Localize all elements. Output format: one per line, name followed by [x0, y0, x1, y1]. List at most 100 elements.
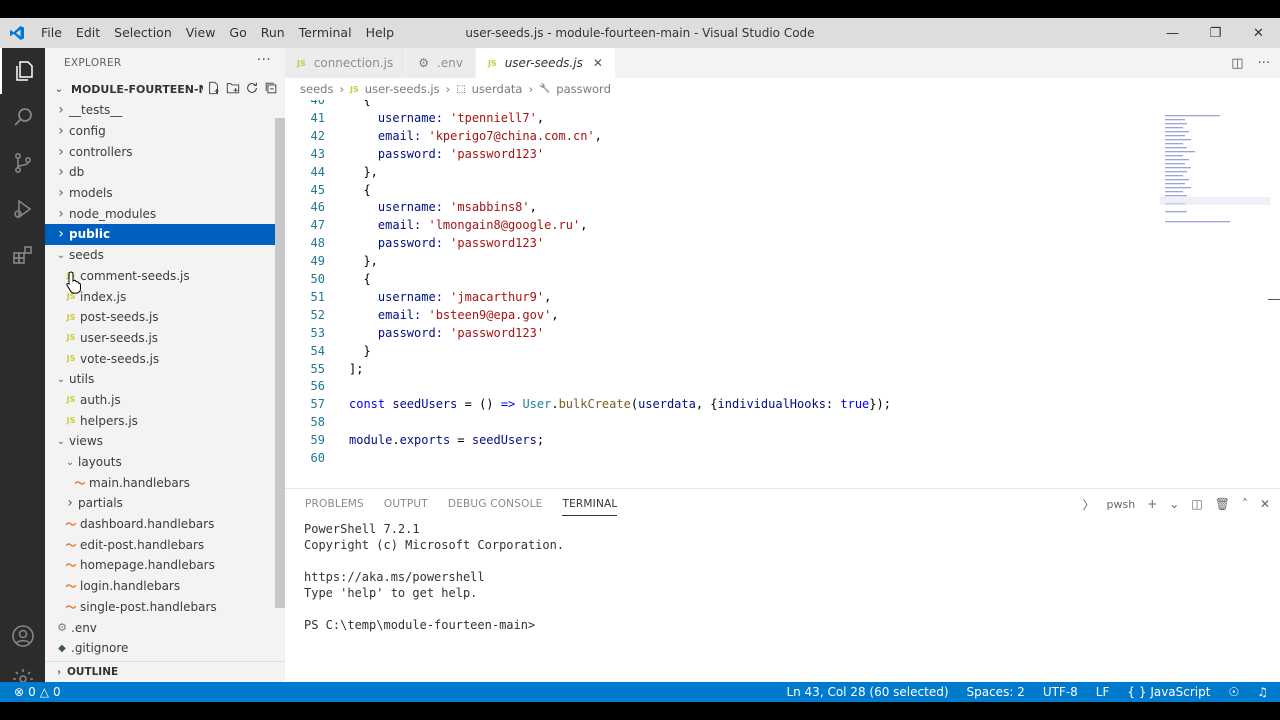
notifications-bell-icon[interactable]: ♫	[1257, 685, 1268, 699]
terminal-output[interactable]: PowerShell 7.2.1 Copyright (c) Microsoft …	[285, 519, 1280, 633]
panel-tab-output[interactable]: OUTPUT	[384, 498, 428, 510]
code-token: .	[392, 433, 400, 448]
trash-icon[interactable]: 🗑	[1215, 497, 1230, 511]
close-icon[interactable]: ✕	[593, 56, 603, 70]
js-file-icon: JS	[66, 333, 76, 343]
language-mode[interactable]: { } JavaScript	[1127, 685, 1210, 699]
panel-tab-debug-console[interactable]: DEBUG CONSOLE	[448, 498, 543, 510]
code-editor[interactable]: 40 {41 username: 'tpenniell7', 42 email: …	[285, 100, 1155, 470]
outline-section[interactable]: › OUTLINE	[45, 661, 285, 682]
dropdown-icon[interactable]: ⌄	[1169, 497, 1179, 511]
feedback-icon[interactable]: ☉	[1228, 685, 1239, 699]
refresh-icon[interactable]	[245, 81, 259, 98]
minimize-icon[interactable]: —	[1151, 18, 1194, 48]
code-token: ,	[544, 289, 552, 304]
chevron-right-icon: ›	[445, 82, 451, 96]
tree-item-partials[interactable]: › partials	[45, 493, 285, 514]
extensions-icon[interactable]	[0, 232, 45, 278]
more-editor-actions-icon[interactable]: ···	[1258, 56, 1270, 71]
tree-item-single-post-handlebars[interactable]: 〜 single-post.handlebars	[45, 597, 285, 618]
code-token: individualHooks	[717, 397, 826, 412]
line-number: 53	[310, 325, 325, 340]
code-token: .	[551, 397, 559, 412]
tree-item-login-handlebars[interactable]: 〜 login.handlebars	[45, 576, 285, 597]
tree-item-label: post-seeds.js	[80, 310, 159, 325]
code-token: });	[869, 397, 891, 412]
line-ending[interactable]: LF	[1096, 685, 1110, 699]
problems-indicator[interactable]: ⊗ 0 △ 0	[0, 685, 61, 699]
code-token: password:	[349, 146, 451, 161]
tree-item-edit-post-handlebars[interactable]: 〜 edit-post.handlebars	[45, 534, 285, 555]
error-icon: ⊗	[14, 685, 25, 699]
tree-item-controllers[interactable]: › controllers	[45, 141, 285, 162]
chevron-right-icon: ›	[58, 226, 64, 243]
tree-item-models[interactable]: › models	[45, 183, 285, 204]
panel-tab-terminal[interactable]: TERMINAL	[562, 492, 618, 516]
tree-item-config[interactable]: › config	[45, 121, 285, 142]
tree-item-auth-js[interactable]: JS auth.js	[45, 390, 285, 411]
tree-item-vote-seeds-js[interactable]: JS vote-seeds.js	[45, 348, 285, 369]
close-window-icon[interactable]: ✕	[1237, 18, 1280, 48]
minimap[interactable]	[1160, 113, 1270, 233]
breadcrumb-item[interactable]: user-seeds.js	[365, 82, 440, 96]
account-icon[interactable]	[0, 613, 45, 659]
breadcrumb-item[interactable]: seeds	[300, 82, 333, 96]
tree-item-utils[interactable]: ⌄ utils	[45, 369, 285, 390]
source-control-icon[interactable]	[0, 140, 45, 186]
tree-item-layouts[interactable]: ⌄ layouts	[45, 452, 285, 473]
close-panel-icon[interactable]: ✕	[1260, 497, 1270, 511]
terminal-line: PS C:\temp\module-fourteen-main>	[304, 618, 536, 632]
search-icon[interactable]	[0, 94, 45, 140]
explorer-title: EXPLORER	[64, 57, 122, 69]
tree-item-tests[interactable]: › __tests__	[45, 100, 285, 121]
breadcrumb-item[interactable]: userdata	[472, 82, 523, 96]
tree-item-db[interactable]: › db	[45, 162, 285, 183]
restore-icon[interactable]: ❐	[1194, 18, 1237, 48]
tree-item-main-handlebars[interactable]: 〜 main.handlebars	[45, 472, 285, 493]
explorer-icon[interactable]	[0, 48, 45, 94]
new-file-icon[interactable]	[207, 81, 221, 98]
panel-tab-problems[interactable]: PROBLEMS	[305, 498, 364, 510]
cursor-position[interactable]: Ln 43, Col 28 (60 selected)	[786, 685, 948, 699]
encoding[interactable]: UTF-8	[1043, 685, 1078, 699]
tree-item-dashboard-handlebars[interactable]: 〜 dashboard.handlebars	[45, 514, 285, 535]
indentation[interactable]: Spaces: 2	[967, 685, 1025, 699]
new-folder-icon[interactable]	[226, 81, 240, 98]
breadcrumb-item[interactable]: password	[556, 82, 611, 96]
tree-item-public[interactable]: › public	[45, 224, 285, 245]
project-folder-header[interactable]: ⌄ MODULE-FOURTEEN-MA...	[45, 78, 285, 100]
tree-item-env[interactable]: ⚙ .env	[45, 617, 285, 638]
new-terminal-icon[interactable]: +	[1147, 497, 1157, 511]
shell-name[interactable]: pwsh	[1107, 498, 1136, 511]
line-content: email: 'kperigo7@china.com.cn',	[349, 129, 602, 143]
tree-item-views[interactable]: ⌄ views	[45, 431, 285, 452]
line-number: 57	[310, 397, 325, 412]
tab-user-seeds-js[interactable]: JS user-seeds.js ✕	[475, 48, 616, 78]
run-debug-icon[interactable]	[0, 186, 45, 232]
sidebar-scrollbar[interactable]	[275, 118, 285, 608]
menu-help[interactable]: Help	[359, 18, 402, 48]
tree-item-homepage-handlebars[interactable]: 〜 homepage.handlebars	[45, 555, 285, 576]
tree-item-seeds[interactable]: ⌄ seeds	[45, 245, 285, 266]
tree-item-helpers-js[interactable]: JS helpers.js	[45, 410, 285, 431]
line-content: username: 'tpenniell7',	[349, 111, 544, 125]
menu-selection[interactable]: Selection	[107, 18, 179, 48]
tree-item-post-seeds-js[interactable]: JS post-seeds.js	[45, 307, 285, 328]
tree-item-node-modules[interactable]: › node_modules	[45, 203, 285, 224]
tree-item-user-seeds-js[interactable]: JS user-seeds.js	[45, 328, 285, 349]
tab-env[interactable]: ⚙ .env	[406, 48, 476, 78]
menu-view[interactable]: View	[179, 18, 223, 48]
menu-terminal[interactable]: Terminal	[292, 18, 359, 48]
line-content: password: 'password123'	[349, 236, 544, 250]
split-editor-icon[interactable]: ◫	[1231, 56, 1243, 71]
more-actions-icon[interactable]: ···	[257, 52, 271, 68]
collapse-all-icon[interactable]	[264, 81, 278, 98]
maximize-panel-icon[interactable]: ˄	[1242, 497, 1248, 511]
menu-edit[interactable]: Edit	[69, 18, 107, 48]
tab-connection-js[interactable]: JS connection.js	[285, 48, 407, 78]
menu-run[interactable]: Run	[254, 18, 292, 48]
split-terminal-icon[interactable]: ◫	[1191, 497, 1202, 511]
menu-file[interactable]: File	[34, 18, 69, 48]
tree-item-gitignore[interactable]: ◆ .gitignore	[45, 638, 285, 659]
menu-go[interactable]: Go	[222, 18, 253, 48]
